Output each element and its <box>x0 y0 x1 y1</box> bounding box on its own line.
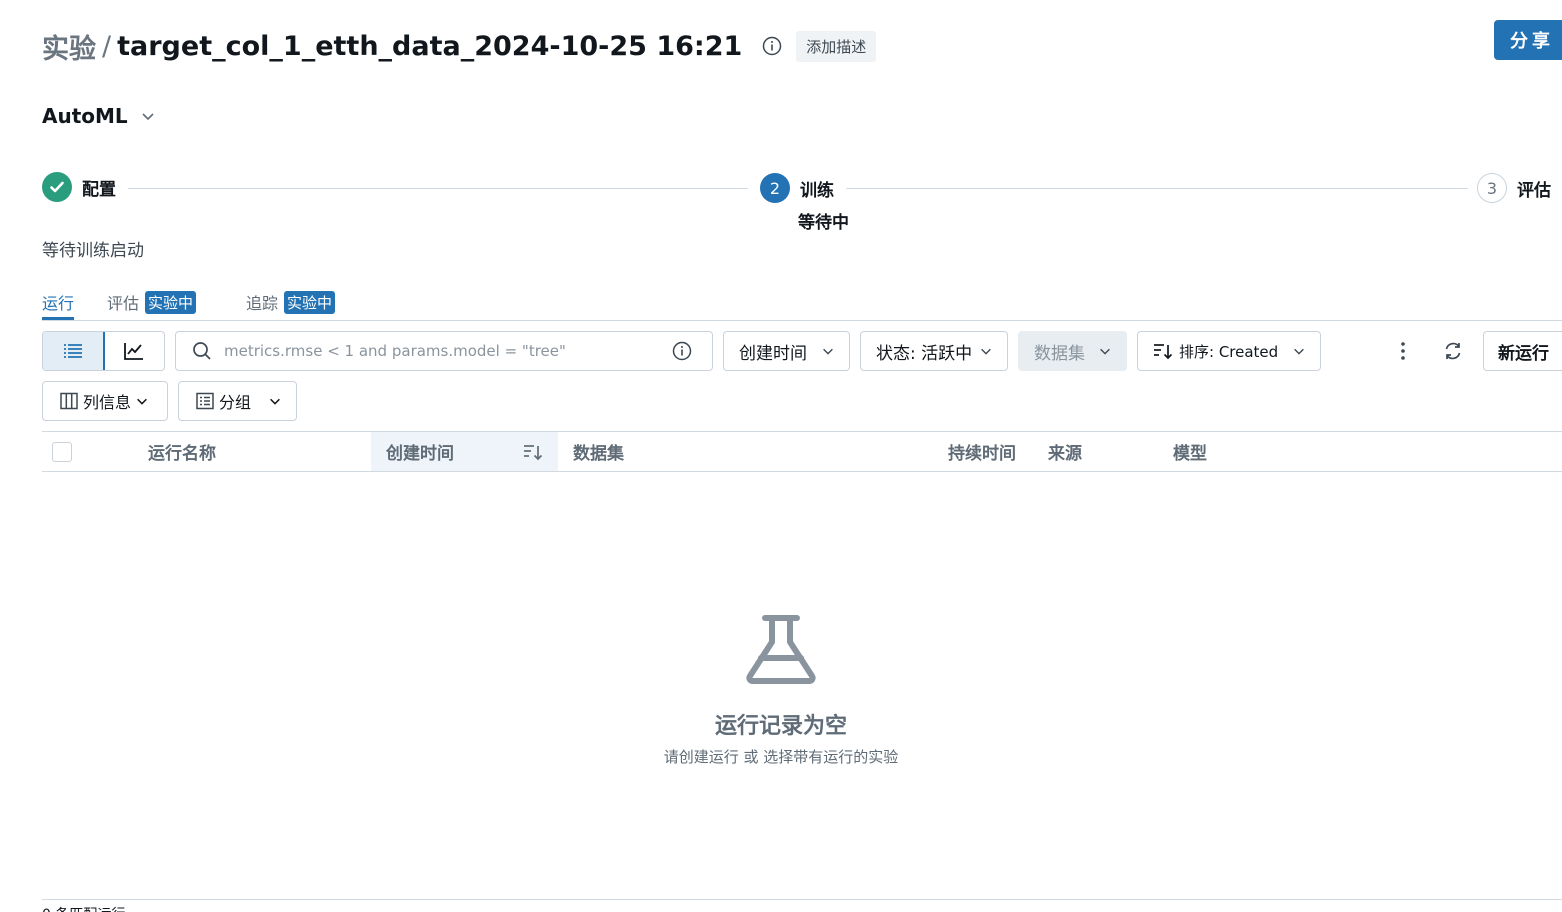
empty-state: 运行记录为空 请创建运行 或 选择带有运行的实验 <box>0 612 1562 767</box>
beaker-icon <box>746 615 816 684</box>
refresh-icon <box>1445 342 1461 360</box>
breadcrumb-experiments[interactable]: 实验 <box>42 27 96 66</box>
matching-runs-count: 0 条匹配运行 <box>42 904 125 912</box>
step-label: 配置 <box>82 179 116 200</box>
columns-dropdown[interactable]: 列信息 <box>42 381 168 421</box>
breadcrumb-separator: / <box>102 30 112 62</box>
search-runs-input[interactable]: metrics.rmse < 1 and params.model = "tre… <box>175 331 713 371</box>
page-title: target_col_1_etth_data_2024-10-25 16:21 <box>117 30 743 62</box>
page-header: 实验 / target_col_1_etth_data_2024-10-25 1… <box>42 27 877 66</box>
column-source[interactable]: 来源 <box>1048 432 1082 471</box>
new-run-button[interactable]: 新运行 <box>1483 331 1562 371</box>
info-icon[interactable] <box>672 341 692 361</box>
dropdown-label: 排序: Created <box>1179 342 1279 361</box>
runs-table-header: 运行名称 创建时间 数据集 持续时间 来源 模型 <box>42 431 1562 472</box>
refresh-button[interactable] <box>1433 331 1473 371</box>
dropdown-label: 状态: 活跃中 <box>876 343 973 364</box>
step-status: 等待中 <box>798 213 849 233</box>
tab-label: 运行 <box>42 294 75 313</box>
empty-title: 运行记录为空 <box>714 714 847 739</box>
dropdown-label: 列信息 <box>83 393 132 412</box>
dropdown-label: 分组 <box>219 393 252 412</box>
dataset-filter-dropdown[interactable]: 数据集 <box>1018 331 1127 371</box>
group-icon <box>196 392 214 410</box>
sort-descending-icon[interactable] <box>523 443 543 461</box>
dropdown-label: 创建时间 <box>739 343 807 364</box>
step-label: 训练 <box>800 180 834 201</box>
step-label: 评估 <box>1517 180 1551 201</box>
step-configure: 配置 <box>42 172 116 202</box>
column-created-time[interactable]: 创建时间 <box>371 432 558 471</box>
column-model[interactable]: 模型 <box>1173 432 1207 471</box>
chevron-down-icon <box>142 113 154 121</box>
tab-bar: 运行 评估 实验中 追踪 实验中 <box>42 286 1562 321</box>
info-icon[interactable] <box>762 36 782 56</box>
experimental-badge: 实验中 <box>145 290 197 314</box>
chevron-down-icon <box>137 398 147 405</box>
footer-divider <box>42 899 1562 900</box>
chevron-down-icon <box>270 398 280 405</box>
column-run-name[interactable]: 运行名称 <box>148 432 216 471</box>
search-placeholder: metrics.rmse < 1 and params.model = "tre… <box>224 342 566 360</box>
check-icon <box>42 172 72 202</box>
tab-tracing[interactable]: 追踪 实验中 <box>246 290 336 314</box>
more-options-button[interactable] <box>1383 331 1423 371</box>
column-duration[interactable]: 持续时间 <box>948 432 1016 471</box>
status-text: 等待训练启动 <box>42 241 144 261</box>
column-label: 创建时间 <box>386 444 454 464</box>
step-evaluate: 3 评估 <box>1477 173 1551 203</box>
chevron-down-icon <box>823 348 833 355</box>
select-all-checkbox[interactable] <box>52 442 72 462</box>
chart-view-button[interactable] <box>104 332 165 370</box>
chevron-down-icon <box>1294 348 1304 355</box>
tab-label: 评估 <box>107 294 140 313</box>
tab-label: 追踪 <box>246 294 279 313</box>
kebab-menu-icon <box>1401 342 1405 360</box>
step-connector <box>128 188 748 189</box>
state-filter-dropdown[interactable]: 状态: 活跃中 <box>860 331 1008 371</box>
tab-runs[interactable]: 运行 <box>42 290 75 320</box>
tab-evaluation[interactable]: 评估 实验中 <box>107 290 197 314</box>
progress-stepper: 配置 2 训练 等待中 3 评估 <box>42 172 1562 233</box>
share-button[interactable]: 分享 <box>1494 20 1562 60</box>
group-by-dropdown[interactable]: 分组 <box>178 381 297 421</box>
automl-label: AutoML <box>42 104 128 128</box>
sort-icon <box>1154 344 1173 360</box>
dropdown-label: 数据集 <box>1034 343 1085 364</box>
view-mode-toggle <box>42 331 165 371</box>
step-number: 3 <box>1477 173 1507 203</box>
sort-dropdown[interactable]: 排序: Created <box>1137 331 1321 371</box>
step-connector <box>846 188 1468 189</box>
add-description-button[interactable]: 添加描述 <box>796 30 877 62</box>
automl-dropdown[interactable]: AutoML <box>42 104 156 128</box>
experimental-badge: 实验中 <box>284 290 336 314</box>
chevron-down-icon <box>981 348 991 355</box>
list-icon <box>63 344 82 358</box>
search-icon <box>193 342 211 360</box>
created-time-dropdown[interactable]: 创建时间 <box>723 331 850 371</box>
step-number: 2 <box>760 173 790 203</box>
list-view-button[interactable] <box>43 332 105 370</box>
step-train: 2 训练 <box>760 173 834 203</box>
column-dataset[interactable]: 数据集 <box>573 432 624 471</box>
empty-subtitle: 请创建运行 或 选择带有运行的实验 <box>663 748 899 766</box>
chevron-down-icon <box>1100 348 1110 355</box>
chart-line-icon <box>123 343 143 360</box>
columns-icon <box>60 392 78 410</box>
